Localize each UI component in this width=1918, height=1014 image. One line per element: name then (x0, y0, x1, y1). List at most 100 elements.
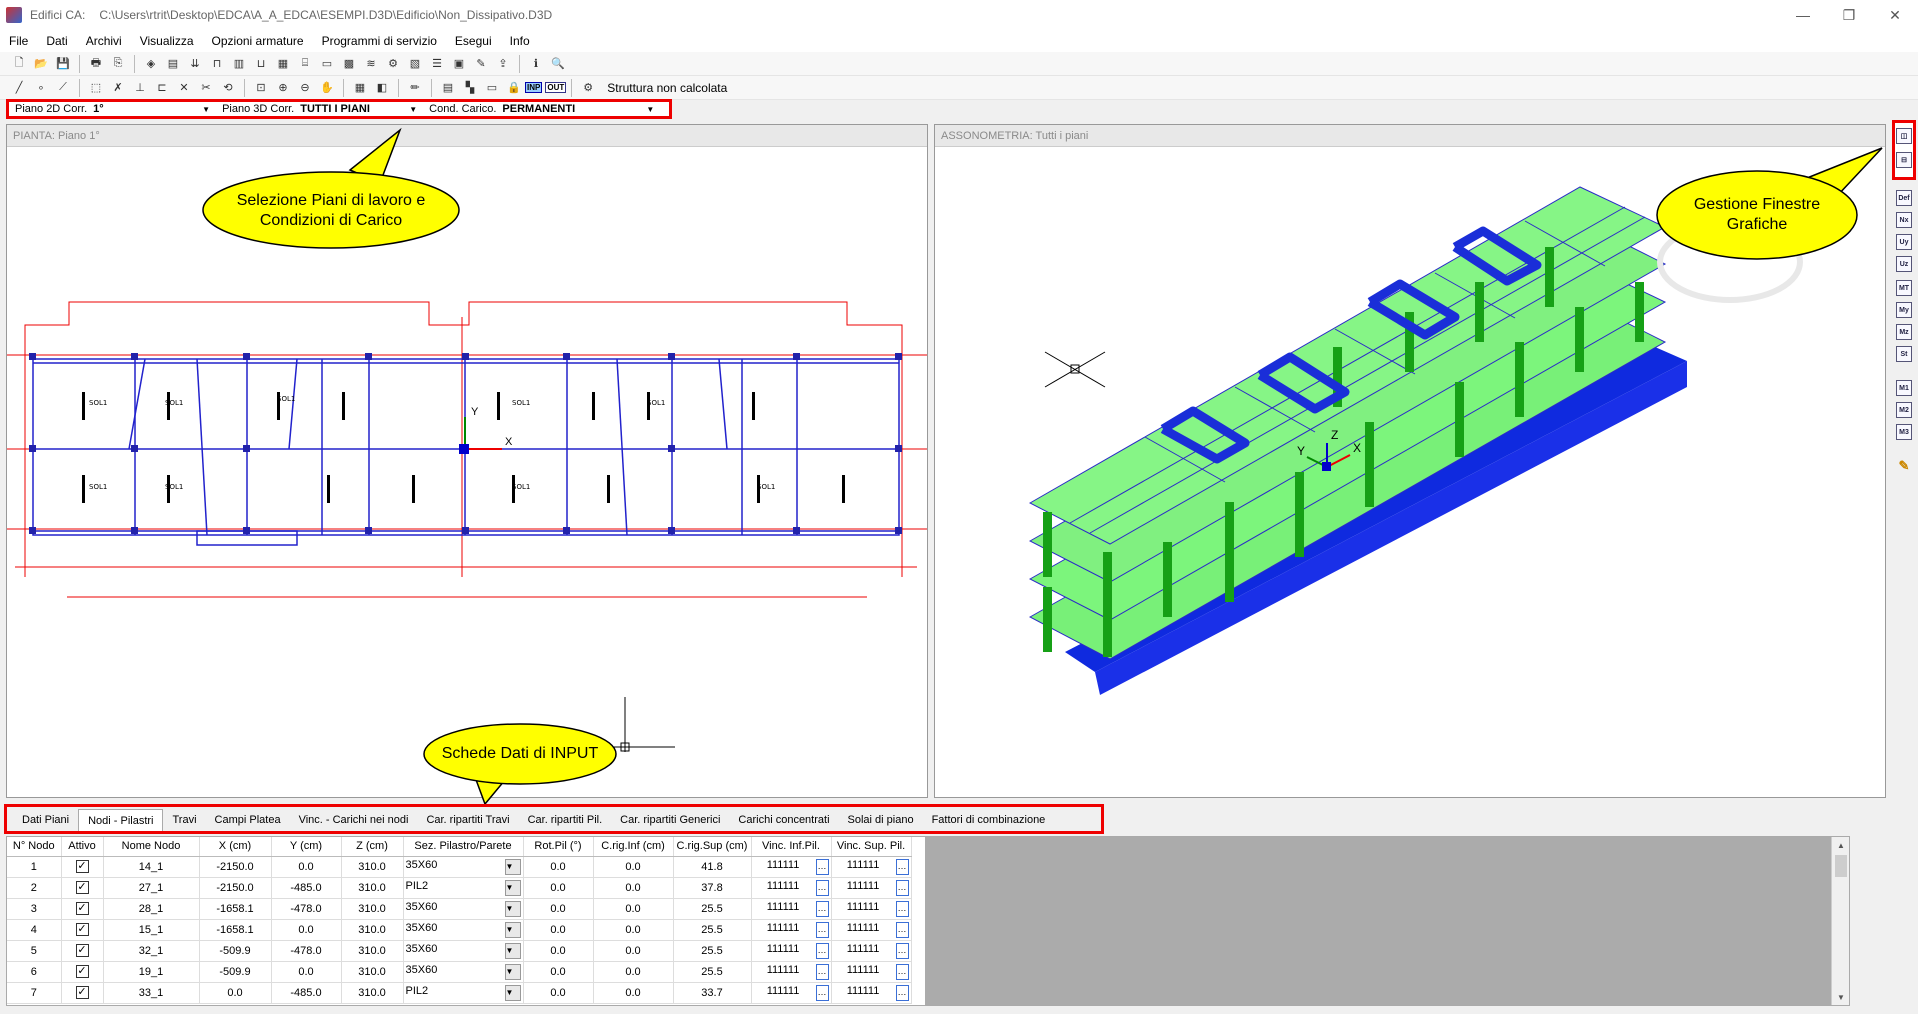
grid-cell[interactable]: 0.0 (593, 961, 674, 983)
st-view-icon[interactable]: St (1896, 346, 1912, 362)
columns-icon[interactable]: ▥ (230, 55, 248, 73)
walls-icon[interactable]: ▦ (274, 55, 292, 73)
vinc-inf-cell[interactable]: 111111… (751, 919, 832, 941)
node-icon[interactable]: ∘ (32, 79, 50, 97)
sections-icon[interactable]: ▤ (164, 55, 182, 73)
sezione-cell[interactable]: 35X60 ▼ (403, 856, 524, 878)
grid-cell[interactable]: -2150.0 (199, 856, 272, 878)
ellipsis-button[interactable]: … (815, 963, 829, 980)
grid-cell[interactable]: -509.9 (199, 961, 272, 983)
analysis-icon[interactable]: ⚙ (384, 55, 402, 73)
materials-icon[interactable]: ◈ (142, 55, 160, 73)
layers-icon[interactable]: ◧ (373, 79, 391, 97)
grid-cell[interactable]: -1658.1 (199, 898, 272, 920)
attivo-cell[interactable]: ✓ (61, 856, 104, 878)
tab-carichi-concentrati[interactable]: Carichi concentrati (729, 809, 838, 831)
table-row[interactable]: 6 ✓ 19_1 -509.9 0.0 310.0 35X60 ▼ 0.0 0.0 25.5 1111… (7, 961, 912, 983)
cond-carico-select[interactable]: PERMANENTI (502, 103, 642, 115)
grid-cell[interactable]: 33_1 (103, 982, 200, 1004)
table-row[interactable]: 4 ✓ 15_1 -1658.1 0.0 310.0 35X60 ▼ 0.0 0.0 25.5 111… (7, 919, 912, 941)
sezione-cell[interactable]: 35X60 ▼ (403, 919, 524, 941)
attivo-checkbox[interactable]: ✓ (75, 944, 89, 957)
sezione-cell[interactable]: PIL2 ▼ (403, 982, 524, 1004)
table-row[interactable]: 1 ✓ 14_1 -2150.0 0.0 310.0 35X60 ▼ 0.0 0.0 41.8 111… (7, 856, 912, 878)
beam-insert-icon[interactable]: ⊏ (153, 79, 171, 97)
new-file-icon[interactable]: 🗋 (10, 55, 28, 73)
col-header-crig-inf[interactable]: C.rig.Inf (cm) (593, 837, 674, 857)
attivo-checkbox[interactable]: ✓ (75, 860, 89, 873)
chevron-down-icon[interactable]: ▼ (504, 963, 521, 980)
grid-cell[interactable]: 0.0 (593, 877, 674, 899)
col-header-vinc-inf[interactable]: Vinc. Inf.Pil. (751, 837, 832, 857)
lock-icon[interactable]: 🔒 (505, 79, 523, 97)
chevron-down-icon[interactable]: ▼ (504, 858, 521, 875)
attivo-checkbox[interactable]: ✓ (75, 986, 89, 999)
my-view-icon[interactable]: My (1896, 302, 1912, 318)
ellipsis-button[interactable]: … (895, 984, 909, 1001)
grid-cell[interactable]: 310.0 (341, 940, 404, 962)
tab-travi[interactable]: Travi (163, 809, 205, 831)
sezione-cell[interactable]: 35X60 ▼ (403, 898, 524, 920)
attivo-cell[interactable]: ✓ (61, 877, 104, 899)
grid-cell[interactable]: 0.0 (523, 856, 594, 878)
vinc-inf-cell[interactable]: 111111… (751, 856, 832, 878)
ellipsis-button[interactable]: … (815, 900, 829, 917)
table-row[interactable]: 3 ✓ 28_1 -1658.1 -478.0 310.0 35X60 ▼ 0.0 0.0 25.5… (7, 898, 912, 920)
open-folder-icon[interactable]: 📂 (32, 55, 50, 73)
m2-view-icon[interactable]: M2 (1896, 402, 1912, 418)
ellipsis-button[interactable]: … (895, 858, 909, 875)
grid-cell[interactable]: 25.5 (673, 919, 752, 941)
select-window-icon[interactable]: ⬚ (87, 79, 105, 97)
grid-cell[interactable]: 310.0 (341, 856, 404, 878)
trim-icon[interactable]: ✂ (197, 79, 215, 97)
uy-view-icon[interactable]: Uy (1896, 234, 1912, 250)
grid-cell[interactable]: 25.5 (673, 898, 752, 920)
menu-archivi[interactable]: Archivi (77, 30, 131, 52)
col-header-crig-sup[interactable]: C.rig.Sup (cm) (673, 837, 752, 857)
tab-fattori-combinazione[interactable]: Fattori di combinazione (923, 809, 1055, 831)
info-icon[interactable]: ℹ (527, 55, 545, 73)
attivo-checkbox[interactable]: ✓ (75, 965, 89, 978)
vinc-inf-cell[interactable]: 111111… (751, 982, 832, 1004)
nx-view-icon[interactable]: Nx (1896, 212, 1912, 228)
table-row[interactable]: 5 ✓ 32_1 -509.9 -478.0 310.0 35X60 ▼ 0.0 0.0 25.5 1… (7, 940, 912, 962)
tab-campi-platea[interactable]: Campi Platea (206, 809, 290, 831)
grid-cell[interactable]: -509.9 (199, 940, 272, 962)
menu-opzioni-armature[interactable]: Opzioni armature (203, 30, 313, 52)
chevron-down-icon[interactable]: ▼ (504, 879, 521, 896)
grid-cell[interactable]: 14_1 (103, 856, 200, 878)
input-mode-button[interactable]: INP (525, 82, 543, 93)
mt-view-icon[interactable]: MT (1896, 280, 1912, 296)
col-header-vinc-sup[interactable]: Vinc. Sup. Pil. (831, 837, 912, 857)
grid-cell[interactable]: 0.0 (593, 940, 674, 962)
grid-cell[interactable]: 0.0 (523, 877, 594, 899)
grid-cell[interactable]: 310.0 (341, 877, 404, 899)
beams-icon[interactable]: ⊓ (208, 55, 226, 73)
ellipsis-button[interactable]: … (895, 963, 909, 980)
grid-cell[interactable]: 0.0 (593, 919, 674, 941)
col-header-rot-pil[interactable]: Rot.Pil (°) (523, 837, 594, 857)
ellipsis-button[interactable]: … (815, 942, 829, 959)
close-button[interactable]: ✕ (1872, 0, 1918, 30)
grid-cell[interactable]: 28_1 (103, 898, 200, 920)
chevron-down-icon[interactable]: ▼ (504, 921, 521, 938)
tab-vinc-carichi-nodi[interactable]: Vinc. - Carichi nei nodi (290, 809, 418, 831)
scroll-up-icon[interactable]: ▲ (1832, 837, 1850, 853)
grid-cell[interactable]: 310.0 (341, 982, 404, 1004)
ellipsis-button[interactable]: … (895, 921, 909, 938)
plan-view-pane[interactable]: PIANTA: Piano 1° SOL1 SOL1 SOL1 SOL1 SOL… (6, 124, 928, 798)
save-icon[interactable]: 💾 (54, 55, 72, 73)
grid-cell[interactable]: -478.0 (271, 898, 342, 920)
vinc-sup-cell[interactable]: 111111… (831, 919, 912, 941)
ellipsis-button[interactable]: … (815, 984, 829, 1001)
redraw-icon[interactable]: ⟲ (219, 79, 237, 97)
grid-cell[interactable]: 5 (7, 940, 62, 962)
grid-cell[interactable]: 310.0 (341, 898, 404, 920)
split-vertical-icon[interactable]: ◫ (1896, 128, 1912, 144)
plan-drawing[interactable]: SOL1 SOL1 SOL1 SOL1 SOL1 SOL1 SOL1 SOL1 … (7, 147, 927, 797)
col-header-nome-nodo[interactable]: Nome Nodo (103, 837, 200, 857)
column-insert-icon[interactable]: ⊥ (131, 79, 149, 97)
grid-cell[interactable]: 0.0 (523, 940, 594, 962)
chevron-down-icon[interactable]: ▼ (504, 984, 521, 1001)
grid-cell[interactable]: 0.0 (523, 982, 594, 1004)
